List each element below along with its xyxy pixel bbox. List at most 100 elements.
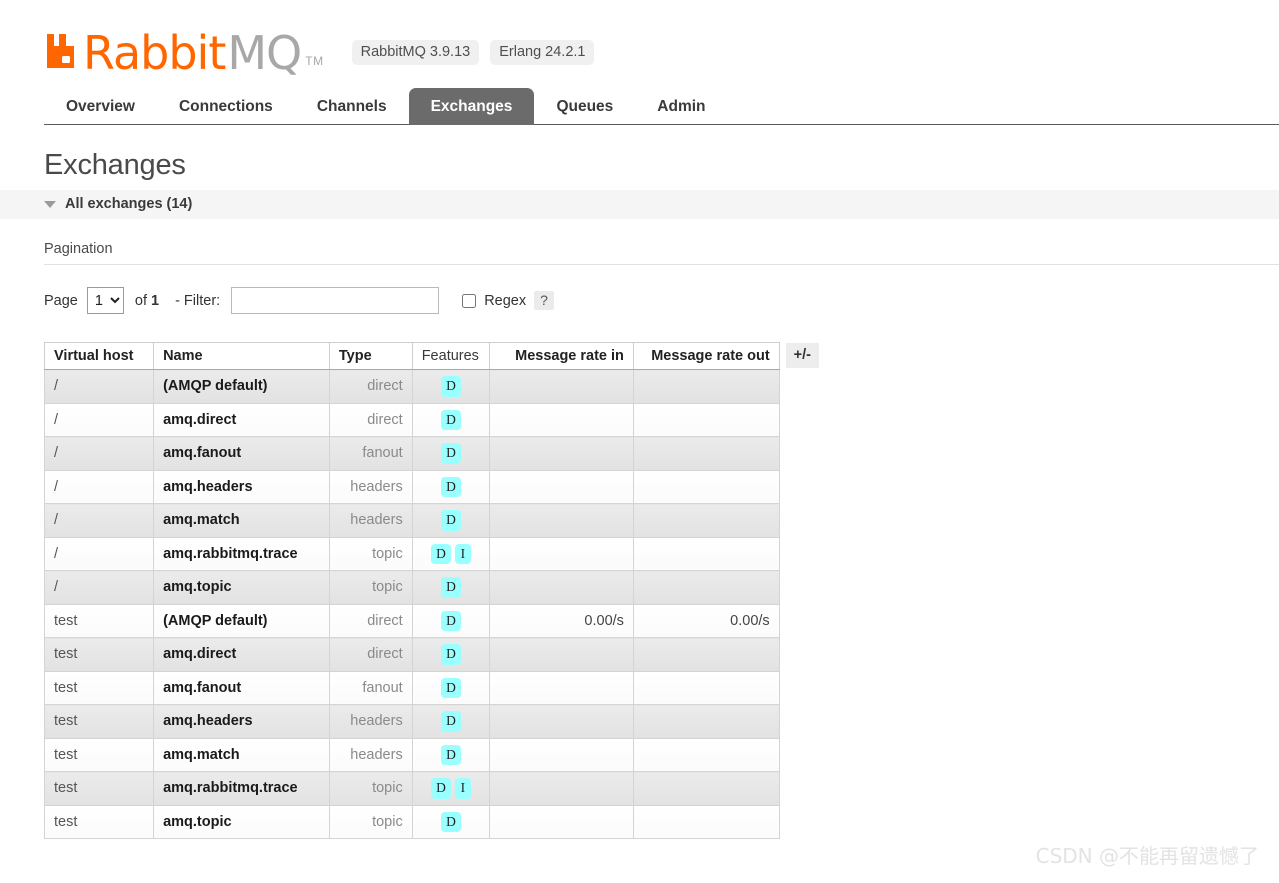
table-row[interactable]: / amq.rabbitmq.trace topic D I (43, 536, 820, 571)
table-row[interactable]: / amq.fanout fanout D (43, 436, 820, 471)
table-row[interactable]: test (AMQP default) direct D 0.00/s 0.00/s (43, 603, 820, 638)
rabbitmq-logo[interactable]: Rabbit MQ TM (44, 25, 324, 80)
table-row[interactable]: test amq.match headers D (43, 737, 820, 772)
regex-help-button[interactable]: ? (534, 291, 554, 310)
all-exchanges-section-header[interactable]: All exchanges (14) (0, 190, 1279, 219)
cell-type: direct (328, 402, 413, 437)
column-name[interactable]: Name (153, 342, 330, 370)
feature-badge: D (441, 409, 461, 430)
cell-exchange-name[interactable]: amq.direct (153, 402, 330, 437)
cell-type: topic (328, 570, 413, 605)
triangle-down-icon[interactable] (44, 200, 56, 208)
cell-message-rate-out (632, 737, 780, 772)
tab-queues[interactable]: Queues (534, 88, 635, 125)
cell-type: direct (328, 637, 413, 672)
feature-badge: D (441, 811, 461, 832)
table-row[interactable]: test amq.direct direct D (43, 637, 820, 672)
rabbitmq-management-page: Rabbit MQ TM RabbitMQ 3.9.13 Erlang 24.2.… (0, 0, 1279, 883)
cell-message-rate-out (632, 570, 780, 605)
logo-text-rabbit: Rabbit (83, 25, 226, 80)
cell-virtual-host: / (43, 436, 155, 471)
all-exchanges-label: All exchanges (14) (65, 196, 193, 212)
regex-option: Regex ? (462, 291, 554, 310)
feature-badge: D (441, 577, 461, 598)
cell-exchange-name[interactable]: amq.rabbitmq.trace (153, 536, 330, 571)
cell-features: D (411, 436, 491, 471)
cell-exchange-name[interactable]: (AMQP default) (153, 603, 330, 638)
table-row[interactable]: / (AMQP default) direct D (43, 369, 820, 404)
cell-virtual-host: test (43, 603, 155, 638)
page-label: Page (44, 292, 78, 309)
table-row[interactable]: / amq.direct direct D (43, 402, 820, 437)
cell-type: fanout (328, 436, 413, 471)
cell-exchange-name[interactable]: amq.match (153, 737, 330, 772)
tab-admin[interactable]: Admin (635, 88, 727, 125)
cell-type: topic (328, 536, 413, 571)
tab-overview[interactable]: Overview (44, 88, 157, 125)
cell-type: topic (328, 804, 413, 839)
tab-connections[interactable]: Connections (157, 88, 295, 125)
cell-features: DI (411, 536, 491, 571)
total-pages: 1 (151, 292, 160, 309)
feature-badge: D (441, 610, 461, 631)
cell-message-rate-in (489, 637, 634, 672)
cell-exchange-name[interactable]: amq.topic (153, 570, 330, 605)
table-row[interactable]: test amq.fanout fanout D (43, 670, 820, 705)
cell-virtual-host: test (43, 804, 155, 839)
cell-message-rate-out (632, 402, 780, 437)
cell-message-rate-out (632, 804, 780, 839)
cell-message-rate-in (489, 804, 634, 839)
page-header: Rabbit MQ TM RabbitMQ 3.9.13 Erlang 24.2.… (0, 0, 1279, 80)
tab-exchanges[interactable]: Exchanges (408, 88, 535, 125)
exchanges-table-wrapper: Virtual host Name Type Features Message … (43, 342, 1279, 839)
cell-exchange-name[interactable]: (AMQP default) (153, 369, 330, 404)
table-row[interactable]: / amq.headers headers D (43, 469, 820, 504)
cell-exchange-name[interactable]: amq.headers (153, 469, 330, 504)
feature-badge: D (441, 376, 461, 397)
column-message-rate-out[interactable]: Message rate out (632, 342, 780, 370)
table-row[interactable]: test amq.headers headers D (43, 704, 820, 739)
cell-exchange-name[interactable]: amq.topic (153, 804, 330, 839)
cell-message-rate-out (632, 469, 780, 504)
feature-badge: D (441, 644, 461, 665)
cell-features: D (411, 402, 491, 437)
page-title: Exchanges (44, 149, 186, 181)
cell-exchange-name[interactable]: amq.fanout (153, 670, 330, 705)
cell-message-rate-in (489, 771, 634, 806)
regex-checkbox[interactable] (462, 293, 477, 308)
cell-message-rate-out: 0.00/s (632, 603, 780, 638)
cell-features: D (411, 804, 491, 839)
cell-virtual-host: / (43, 469, 155, 504)
cell-type: direct (328, 603, 413, 638)
cell-message-rate-out (632, 369, 780, 404)
column-message-rate-in[interactable]: Message rate in (489, 342, 634, 370)
toggle-columns-button[interactable]: +/- (785, 342, 819, 368)
tab-channels[interactable]: Channels (295, 88, 409, 125)
cell-features: D (411, 637, 491, 672)
column-features: Features (411, 342, 491, 370)
cell-type: headers (328, 737, 413, 772)
table-row[interactable]: / amq.match headers D (43, 503, 820, 538)
column-type[interactable]: Type (328, 342, 413, 370)
of-word: of (134, 292, 147, 309)
cell-exchange-name[interactable]: amq.match (153, 503, 330, 538)
table-head: Virtual host Name Type Features Message … (43, 342, 820, 370)
table-row[interactable]: test amq.topic topic D (43, 804, 820, 839)
feature-badge: D (441, 744, 461, 765)
page-select[interactable]: 1 (86, 287, 124, 314)
cell-type: topic (328, 771, 413, 806)
table-row[interactable]: test amq.rabbitmq.trace topic D I (43, 771, 820, 806)
cell-exchange-name[interactable]: amq.rabbitmq.trace (153, 771, 330, 806)
cell-type: direct (328, 369, 413, 404)
cell-exchange-name[interactable]: amq.direct (153, 637, 330, 672)
cell-exchange-name[interactable]: amq.headers (153, 704, 330, 739)
cell-virtual-host: / (43, 536, 155, 571)
cell-virtual-host: test (43, 737, 155, 772)
feature-badge: D (441, 711, 461, 732)
column-virtual-host[interactable]: Virtual host (43, 342, 155, 370)
table-row[interactable]: / amq.topic topic D (43, 570, 820, 605)
erlang-version-badge: Erlang 24.2.1 (490, 40, 595, 65)
filter-input[interactable] (231, 287, 440, 314)
cell-exchange-name[interactable]: amq.fanout (153, 436, 330, 471)
cell-message-rate-in (489, 670, 634, 705)
